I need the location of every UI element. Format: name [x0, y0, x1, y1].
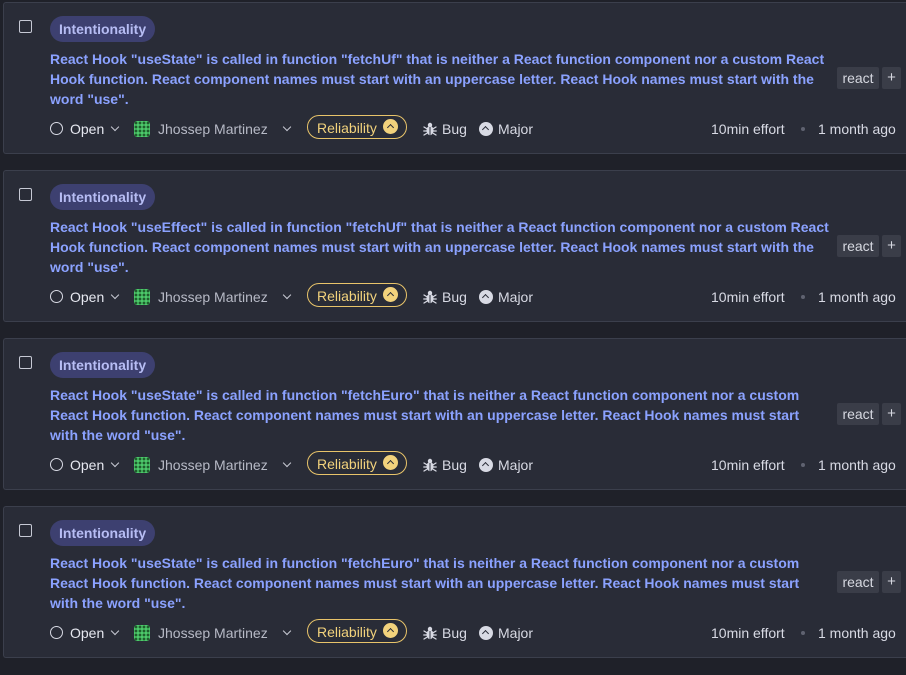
software-quality-badge[interactable]: Reliability [307, 115, 407, 139]
effort-label: 10min effort [711, 457, 785, 473]
clean-code-attribute-tag: Intentionality [50, 520, 156, 546]
software-quality-label: Reliability [317, 288, 377, 304]
clean-code-attribute-tag: Intentionality [50, 16, 156, 42]
issue-checkbox[interactable] [19, 20, 32, 33]
bug-icon [423, 290, 437, 304]
status-circle-icon [50, 290, 63, 303]
bug-icon [423, 626, 437, 640]
software-quality-label: Reliability [317, 456, 377, 472]
severity-label: Major [498, 289, 534, 305]
tag-chip-react[interactable]: react [837, 403, 879, 425]
status-circle-icon [50, 626, 63, 639]
issue-list: Intentionality React Hook "useState" is … [0, 0, 906, 675]
issue-message-link[interactable]: React Hook "useState" is called in funct… [50, 385, 820, 445]
separator-dot [801, 631, 805, 635]
chevron-down-icon[interactable] [282, 290, 292, 300]
add-tag-button[interactable]: + [882, 67, 901, 89]
issue-checkbox[interactable] [19, 188, 32, 201]
issue-checkbox[interactable] [19, 524, 32, 537]
separator-dot [801, 463, 805, 467]
assignee-dropdown[interactable]: Jhossep Martinez [158, 118, 268, 140]
major-severity-icon [479, 626, 493, 640]
software-quality-badge[interactable]: Reliability [307, 451, 407, 475]
issue-meta-row: Open Jhossep Martinez Reliability Bug Ma… [4, 283, 906, 308]
separator-dot [801, 127, 805, 131]
issue-meta-row: Open Jhossep Martinez Reliability Bug Ma… [4, 451, 906, 476]
tag-chip-react[interactable]: react [837, 235, 879, 257]
software-quality-label: Reliability [317, 120, 377, 136]
bug-icon [423, 122, 437, 136]
issue-checkbox[interactable] [19, 356, 32, 369]
status-dropdown[interactable]: Open [70, 454, 104, 476]
tag-chip-react[interactable]: react [837, 571, 879, 593]
chevron-down-icon[interactable] [282, 458, 292, 468]
assignee-dropdown[interactable]: Jhossep Martinez [158, 622, 268, 644]
chevron-down-icon[interactable] [282, 626, 292, 636]
issue-age: 1 month ago [818, 289, 896, 305]
severity-label: Major [498, 121, 534, 137]
status-circle-icon [50, 122, 63, 135]
issue-meta-row: Open Jhossep Martinez Reliability Bug Ma… [4, 115, 906, 140]
assignee-dropdown[interactable]: Jhossep Martinez [158, 454, 268, 476]
avatar [134, 625, 150, 641]
chevron-up-circle-icon [382, 455, 398, 470]
status-dropdown[interactable]: Open [70, 622, 104, 644]
issue-message-link[interactable]: React Hook "useState" is called in funct… [50, 553, 820, 613]
add-tag-button[interactable]: + [882, 403, 901, 425]
issue-type-label: Bug [442, 625, 467, 641]
clean-code-attribute-tag: Intentionality [50, 352, 156, 378]
issue-card[interactable]: Intentionality React Hook "useState" is … [3, 2, 906, 154]
status-circle-icon [50, 458, 63, 471]
software-quality-badge[interactable]: Reliability [307, 283, 407, 307]
effort-label: 10min effort [711, 289, 785, 305]
software-quality-badge[interactable]: Reliability [307, 619, 407, 643]
chevron-up-circle-icon [382, 623, 398, 638]
status-dropdown[interactable]: Open [70, 286, 104, 308]
issue-age: 1 month ago [818, 457, 896, 473]
issue-age: 1 month ago [818, 625, 896, 641]
chevron-down-icon[interactable] [110, 290, 120, 300]
add-tag-button[interactable]: + [882, 235, 901, 257]
clean-code-attribute-tag: Intentionality [50, 184, 156, 210]
major-severity-icon [479, 122, 493, 136]
effort-label: 10min effort [711, 625, 785, 641]
avatar [134, 121, 150, 137]
major-severity-icon [479, 458, 493, 472]
major-severity-icon [479, 290, 493, 304]
issue-card[interactable]: Intentionality React Hook "useEffect" is… [3, 170, 906, 322]
issue-message-link[interactable]: React Hook "useEffect" is called in func… [50, 217, 836, 277]
severity-label: Major [498, 457, 534, 473]
effort-label: 10min effort [711, 121, 785, 137]
issue-type-label: Bug [442, 121, 467, 137]
separator-dot [801, 295, 805, 299]
chevron-up-circle-icon [382, 119, 398, 134]
chevron-down-icon[interactable] [110, 458, 120, 468]
issue-type-label: Bug [442, 289, 467, 305]
issue-age: 1 month ago [818, 121, 896, 137]
software-quality-label: Reliability [317, 624, 377, 640]
chevron-down-icon[interactable] [110, 626, 120, 636]
avatar [134, 289, 150, 305]
assignee-dropdown[interactable]: Jhossep Martinez [158, 286, 268, 308]
avatar [134, 457, 150, 473]
tag-chip-react[interactable]: react [837, 67, 879, 89]
add-tag-button[interactable]: + [882, 571, 901, 593]
severity-label: Major [498, 625, 534, 641]
status-dropdown[interactable]: Open [70, 118, 104, 140]
chevron-up-circle-icon [382, 287, 398, 302]
issue-meta-row: Open Jhossep Martinez Reliability Bug Ma… [4, 619, 906, 644]
issue-type-label: Bug [442, 457, 467, 473]
bug-icon [423, 458, 437, 472]
issue-card[interactable]: Intentionality React Hook "useState" is … [3, 338, 906, 490]
issue-card[interactable]: Intentionality React Hook "useState" is … [3, 506, 906, 658]
issue-message-link[interactable]: React Hook "useState" is called in funct… [50, 49, 836, 109]
chevron-down-icon[interactable] [282, 122, 292, 132]
chevron-down-icon[interactable] [110, 122, 120, 132]
